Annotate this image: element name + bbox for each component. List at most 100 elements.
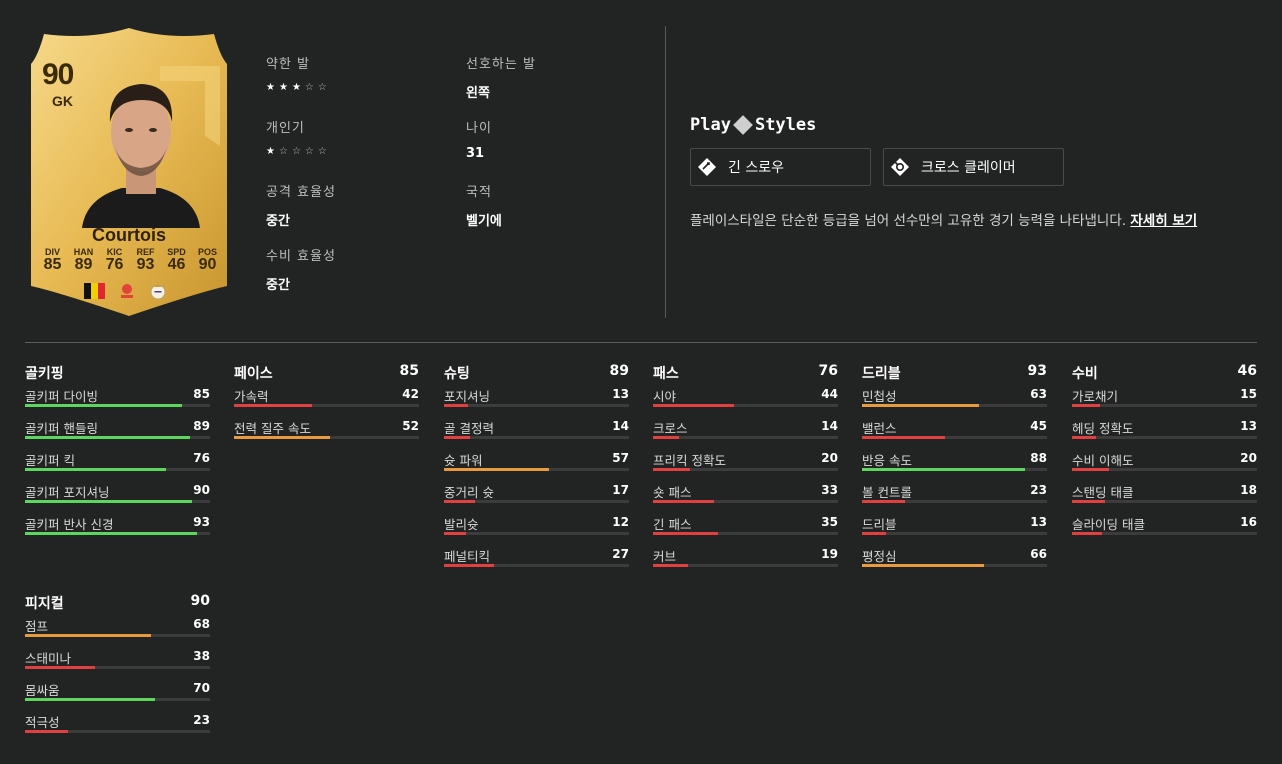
attribute-row: 드리블 13 xyxy=(862,511,1047,543)
attribute-value: 42 xyxy=(402,387,419,401)
playstyle-diamond-icon xyxy=(733,115,753,135)
star-empty-icon: ☆ xyxy=(317,82,331,93)
attribute-row: 헤딩 정확도 13 xyxy=(1072,415,1257,447)
attribute-name: 슬라이딩 태클 xyxy=(1072,517,1145,532)
attribute-group-header: 수비 46 xyxy=(1072,363,1257,383)
attribute-bar-track xyxy=(862,532,1047,535)
star-filled-icon: ★ xyxy=(266,146,279,157)
playstyle-cross-claimer[interactable]: 크로스 클레이머 xyxy=(883,148,1064,186)
nation-value: 벨기에 xyxy=(466,214,502,229)
card-stat-value: 93 xyxy=(136,256,155,273)
attack-work-rate-info: 공격 효율성 중간 xyxy=(266,181,336,229)
playstyle-long-throw[interactable]: 긴 스로우 xyxy=(690,148,871,186)
attribute-group: 골키핑 골키퍼 다이빙 85 골키퍼 핸들링 89 골키퍼 킥 76 골키퍼 포지셔닝 90 골키… xyxy=(25,363,210,543)
club-crest-icon xyxy=(150,284,166,300)
nation-label: 국적 xyxy=(466,185,492,200)
attribute-bar-fill xyxy=(862,500,905,503)
attribute-bar-track xyxy=(862,468,1047,471)
attribute-name: 포지셔닝 xyxy=(444,389,491,404)
attribute-bar-track xyxy=(444,564,629,567)
attribute-name: 드리블 xyxy=(862,517,897,532)
attribute-group-header: 슈팅 89 xyxy=(444,363,629,383)
card-badges xyxy=(84,283,166,300)
attribute-row: 가로채기 15 xyxy=(1072,383,1257,415)
attribute-value: 20 xyxy=(821,451,838,465)
attribute-bar-fill xyxy=(444,532,467,535)
attribute-group-total: 76 xyxy=(818,363,838,379)
attribute-name: 숏 패스 xyxy=(653,485,692,500)
card-stat: DIV 85 xyxy=(37,247,68,274)
attribute-bar-fill xyxy=(653,532,718,535)
star-empty-icon: ☆ xyxy=(291,146,305,157)
attribute-group-title: 페이스 xyxy=(234,366,273,382)
attribute-bar-track xyxy=(25,532,210,535)
attribute-row: 점프 68 xyxy=(25,613,210,645)
preferred-foot-value: 왼쪽 xyxy=(466,86,490,101)
attribute-bar-fill xyxy=(862,436,946,439)
attribute-bar-fill xyxy=(1072,532,1102,535)
attribute-group-total: 46 xyxy=(1237,363,1257,379)
star-filled-icon: ★ xyxy=(291,82,305,93)
attribute-value: 70 xyxy=(193,681,210,695)
attribute-group: 슈팅 89 포지셔닝 13 골 결정력 14 슛 파워 57 중거리 슛 17 발리슛 12 페널티킥 2… xyxy=(444,363,629,575)
attribute-bar-fill xyxy=(1072,468,1109,471)
attribute-row: 발리슛 12 xyxy=(444,511,629,543)
attribute-name: 골키퍼 핸들링 xyxy=(25,421,98,436)
attribute-group-title: 패스 xyxy=(653,366,679,382)
attribute-name: 스태미나 xyxy=(25,651,72,666)
attribute-bar-track xyxy=(234,436,419,439)
player-portrait xyxy=(82,84,200,228)
attribute-row: 포지셔닝 13 xyxy=(444,383,629,415)
attribute-value: 23 xyxy=(1030,483,1047,497)
attribute-row: 가속력 42 xyxy=(234,383,419,415)
attribute-row: 긴 패스 35 xyxy=(653,511,838,543)
attribute-name: 수비 이해도 xyxy=(1072,453,1134,468)
attribute-row: 커브 19 xyxy=(653,543,838,575)
attribute-value: 13 xyxy=(1240,419,1257,433)
attribute-name: 평정심 xyxy=(862,549,897,564)
attribute-value: 63 xyxy=(1030,387,1047,401)
attribute-bar-fill xyxy=(25,500,192,503)
card-stat: HAN 89 xyxy=(68,247,99,274)
attribute-row: 중거리 슛 17 xyxy=(444,479,629,511)
attack-work-rate-value: 중간 xyxy=(266,214,290,229)
age-info: 나이 31 xyxy=(466,117,492,161)
attribute-bar-fill xyxy=(1072,404,1100,407)
learn-more-link[interactable]: 자세히 보기 xyxy=(1130,213,1197,229)
star-empty-icon: ☆ xyxy=(278,146,292,157)
attribute-bar-track xyxy=(444,468,629,471)
attribute-value: 20 xyxy=(1240,451,1257,465)
attribute-row: 밸런스 45 xyxy=(862,415,1047,447)
player-card[interactable]: 90 GK Courtois DIV 85 HAN 89 KIC 76 REF 93 S… xyxy=(30,26,228,318)
attribute-name: 골 결정력 xyxy=(444,421,494,436)
attribute-row: 골키퍼 반사 신경 93 xyxy=(25,511,210,543)
playstyles-title: Play Styles xyxy=(690,115,816,135)
attribute-bar-fill xyxy=(234,436,331,439)
attribute-bar-fill xyxy=(653,564,689,567)
attribute-value: 19 xyxy=(821,547,838,561)
nation-info: 국적 벨기에 xyxy=(466,181,502,229)
attribute-row: 몸싸움 70 xyxy=(25,677,210,709)
age-value: 31 xyxy=(466,146,485,161)
attribute-value: 14 xyxy=(821,419,838,433)
attribute-group: 패스 76 시야 44 크로스 14 프리킥 정확도 20 숏 패스 33 긴 패스 35 커브 19 xyxy=(653,363,838,575)
attribute-name: 점프 xyxy=(25,619,49,634)
attribute-name: 반응 속도 xyxy=(862,453,912,468)
attribute-value: 15 xyxy=(1240,387,1257,401)
attribute-bar-track xyxy=(862,404,1047,407)
attribute-group: 피지컬 90 점프 68 스태미나 38 몸싸움 70 적극성 23 xyxy=(25,593,210,741)
attribute-group-header: 골키핑 xyxy=(25,363,210,383)
attribute-group: 드리블 93 민첩성 63 밸런스 45 반응 속도 88 볼 컨트롤 23 드리블 13 평정심 66 xyxy=(862,363,1047,575)
playstyle-label: 크로스 클레이머 xyxy=(921,160,1016,176)
attribute-bar-track xyxy=(1072,468,1257,471)
attribute-group-total: 93 xyxy=(1027,363,1047,379)
attribute-bar-track xyxy=(25,730,210,733)
attribute-row: 골키퍼 포지셔닝 90 xyxy=(25,479,210,511)
attack-work-rate-label: 공격 효율성 xyxy=(266,185,336,200)
playstyle-label: 긴 스로우 xyxy=(728,160,784,176)
attribute-group-header: 드리블 93 xyxy=(862,363,1047,383)
attribute-bar-track xyxy=(25,698,210,701)
attribute-bar-track xyxy=(234,404,419,407)
attribute-row: 숏 패스 33 xyxy=(653,479,838,511)
attribute-group-header: 피지컬 90 xyxy=(25,593,210,613)
